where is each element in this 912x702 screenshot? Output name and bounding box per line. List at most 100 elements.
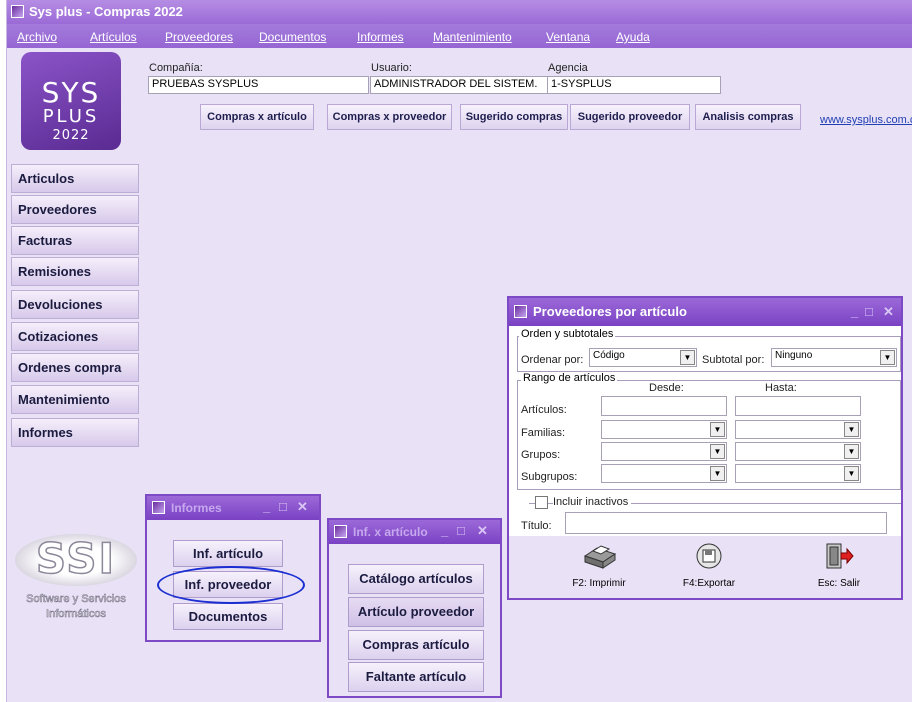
documentos-button[interactable]: Documentos bbox=[173, 603, 283, 630]
titulo-input[interactable] bbox=[565, 512, 887, 534]
highlight-ellipse bbox=[157, 566, 305, 604]
exportar-button[interactable]: F4:Exportar bbox=[669, 542, 749, 596]
imprimir-label: F2: Imprimir bbox=[572, 578, 626, 589]
subtotal-select[interactable]: Ninguno ▼ bbox=[771, 348, 897, 367]
hasta-label: Hasta: bbox=[765, 382, 797, 394]
catalogo-articulos-button[interactable]: Catálogo artículos bbox=[348, 564, 484, 594]
inf-articulo-button[interactable]: Inf. artículo bbox=[173, 540, 283, 567]
incluir-inactivos-checkbox[interactable] bbox=[535, 496, 548, 509]
menu-bar: Archivo Artículos Proveedores Documentos… bbox=[7, 24, 912, 48]
exit-door-icon bbox=[826, 543, 854, 569]
chevron-down-icon[interactable]: ▼ bbox=[880, 350, 895, 365]
sidebar-item-articulos[interactable]: Articulos bbox=[11, 164, 139, 193]
sidebar-item-proveedores[interactable]: Proveedores bbox=[11, 195, 139, 224]
menu-mantenimiento[interactable]: Mantenimiento bbox=[433, 30, 512, 44]
window-icon bbox=[152, 501, 165, 514]
menu-articulos[interactable]: Artículos bbox=[90, 30, 137, 44]
company-label: Compañía: bbox=[149, 62, 203, 74]
chevron-down-icon[interactable]: ▼ bbox=[844, 422, 859, 437]
chevron-down-icon[interactable]: ▼ bbox=[710, 422, 725, 437]
exportar-label: F4:Exportar bbox=[682, 578, 736, 589]
informes-title-bar: Informes _ □ ✕ bbox=[147, 496, 319, 520]
export-icon bbox=[696, 543, 722, 569]
inf-x-articulo-window: Inf. x artículo _ □ ✕ Catálogo artículos… bbox=[327, 518, 502, 698]
grupos-label: Grupos: bbox=[521, 449, 561, 461]
familias-label: Familias: bbox=[521, 427, 566, 439]
informes-title: Informes bbox=[171, 501, 222, 515]
title-bar: Sys plus - Compras 2022 bbox=[7, 0, 912, 24]
compras-articulo-button[interactable]: Compras artículo bbox=[348, 630, 484, 660]
ssi-logo-text: SSI bbox=[35, 533, 117, 584]
maximize-icon[interactable]: □ bbox=[279, 499, 287, 514]
sidebar-item-devoluciones[interactable]: Devoluciones bbox=[11, 290, 139, 319]
ssi-logo: SSI Software y Servicios Informáticos bbox=[15, 528, 137, 626]
prov-title: Proveedores por artículo bbox=[533, 304, 687, 319]
sidebar-item-informes[interactable]: Informes bbox=[11, 418, 139, 447]
sysplus-logo: SYS PLUS 2022 bbox=[21, 52, 121, 150]
window-title: Sys plus - Compras 2022 bbox=[29, 4, 183, 19]
ssi-line1: Software y Servicios bbox=[26, 593, 126, 606]
chevron-down-icon[interactable]: ▼ bbox=[844, 444, 859, 459]
user-field: ADMINISTRADOR DEL SISTEM. bbox=[370, 76, 548, 94]
chevron-down-icon[interactable]: ▼ bbox=[844, 466, 859, 481]
inf-x-articulo-title-bar: Inf. x artículo _ □ ✕ bbox=[329, 520, 500, 544]
sidebar-item-facturas[interactable]: Facturas bbox=[11, 226, 139, 255]
subgrupos-label: Subgrupos: bbox=[521, 471, 578, 483]
familias-desde-select[interactable]: ▼ bbox=[601, 420, 727, 439]
prov-title-bar: Proveedores por artículo _ □ ✕ bbox=[509, 298, 901, 326]
sidebar-item-ordenes-compra[interactable]: Ordenes compra bbox=[11, 353, 139, 382]
subgrupos-desde-select[interactable]: ▼ bbox=[601, 464, 727, 483]
menu-ayuda[interactable]: Ayuda bbox=[616, 30, 650, 44]
menu-ventana[interactable]: Ventana bbox=[546, 30, 590, 44]
maximize-icon[interactable]: □ bbox=[865, 304, 873, 319]
compras-x-proveedor-button[interactable]: Compras x proveedor bbox=[327, 104, 452, 130]
minimize-icon[interactable]: _ bbox=[263, 499, 270, 514]
desde-label: Desde: bbox=[649, 382, 684, 394]
chevron-down-icon[interactable]: ▼ bbox=[710, 444, 725, 459]
salir-label: Esc: Salir bbox=[817, 578, 861, 589]
grupos-desde-select[interactable]: ▼ bbox=[601, 442, 727, 461]
menu-proveedores[interactable]: Proveedores bbox=[165, 30, 233, 44]
agency-label: Agencia bbox=[548, 62, 588, 74]
articulos-label: Artículos: bbox=[521, 404, 567, 416]
compras-x-articulo-button[interactable]: Compras x artículo bbox=[200, 104, 314, 130]
website-link[interactable]: www.sysplus.com.c bbox=[820, 114, 912, 126]
maximize-icon[interactable]: □ bbox=[457, 523, 465, 538]
subgrupos-hasta-select[interactable]: ▼ bbox=[735, 464, 861, 483]
ordenar-select[interactable]: Código ▼ bbox=[589, 348, 697, 367]
articulo-proveedor-button[interactable]: Artículo proveedor bbox=[348, 597, 484, 627]
logo-line2: PLUS bbox=[42, 106, 100, 127]
inf-x-articulo-title: Inf. x artículo bbox=[353, 525, 428, 539]
sidebar-item-mantenimiento[interactable]: Mantenimiento bbox=[11, 385, 139, 414]
menu-archivo[interactable]: Archivo bbox=[17, 30, 57, 44]
close-icon[interactable]: ✕ bbox=[883, 304, 894, 320]
minimize-icon[interactable]: _ bbox=[441, 523, 448, 538]
sidebar-item-cotizaciones[interactable]: Cotizaciones bbox=[11, 322, 139, 351]
articulos-hasta-input[interactable] bbox=[735, 396, 861, 416]
familias-hasta-select[interactable]: ▼ bbox=[735, 420, 861, 439]
close-icon[interactable]: ✕ bbox=[477, 523, 488, 539]
menu-informes[interactable]: Informes bbox=[357, 30, 404, 44]
faltante-articulo-button[interactable]: Faltante artículo bbox=[348, 662, 484, 692]
menu-documentos[interactable]: Documentos bbox=[259, 30, 326, 44]
sugerido-proveedor-button[interactable]: Sugerido proveedor bbox=[570, 104, 690, 130]
company-field: PRUEBAS SYSPLUS bbox=[148, 76, 369, 94]
close-icon[interactable]: ✕ bbox=[297, 499, 308, 515]
proveedores-por-articulo-window: Proveedores por artículo _ □ ✕ Orden y s… bbox=[507, 296, 903, 600]
logo-line3: 2022 bbox=[52, 128, 90, 143]
user-label: Usuario: bbox=[371, 62, 412, 74]
imprimir-button[interactable]: F2: Imprimir bbox=[559, 542, 639, 596]
articulos-desde-input[interactable] bbox=[601, 396, 727, 416]
chevron-down-icon[interactable]: ▼ bbox=[680, 350, 695, 365]
minimize-icon[interactable]: _ bbox=[851, 304, 858, 319]
window-icon bbox=[514, 305, 527, 318]
ordenar-label: Ordenar por: bbox=[521, 354, 584, 366]
analisis-compras-button[interactable]: Analisis compras bbox=[695, 104, 801, 130]
sidebar-item-remisiones[interactable]: Remisiones bbox=[11, 257, 139, 286]
grupos-hasta-select[interactable]: ▼ bbox=[735, 442, 861, 461]
chevron-down-icon[interactable]: ▼ bbox=[710, 466, 725, 481]
sugerido-compras-button[interactable]: Sugerido compras bbox=[460, 104, 568, 130]
salir-button[interactable]: Esc: Salir bbox=[799, 542, 879, 596]
ssi-line2: Informáticos bbox=[46, 608, 107, 621]
orden-group-label: Orden y subtotales bbox=[519, 328, 616, 340]
